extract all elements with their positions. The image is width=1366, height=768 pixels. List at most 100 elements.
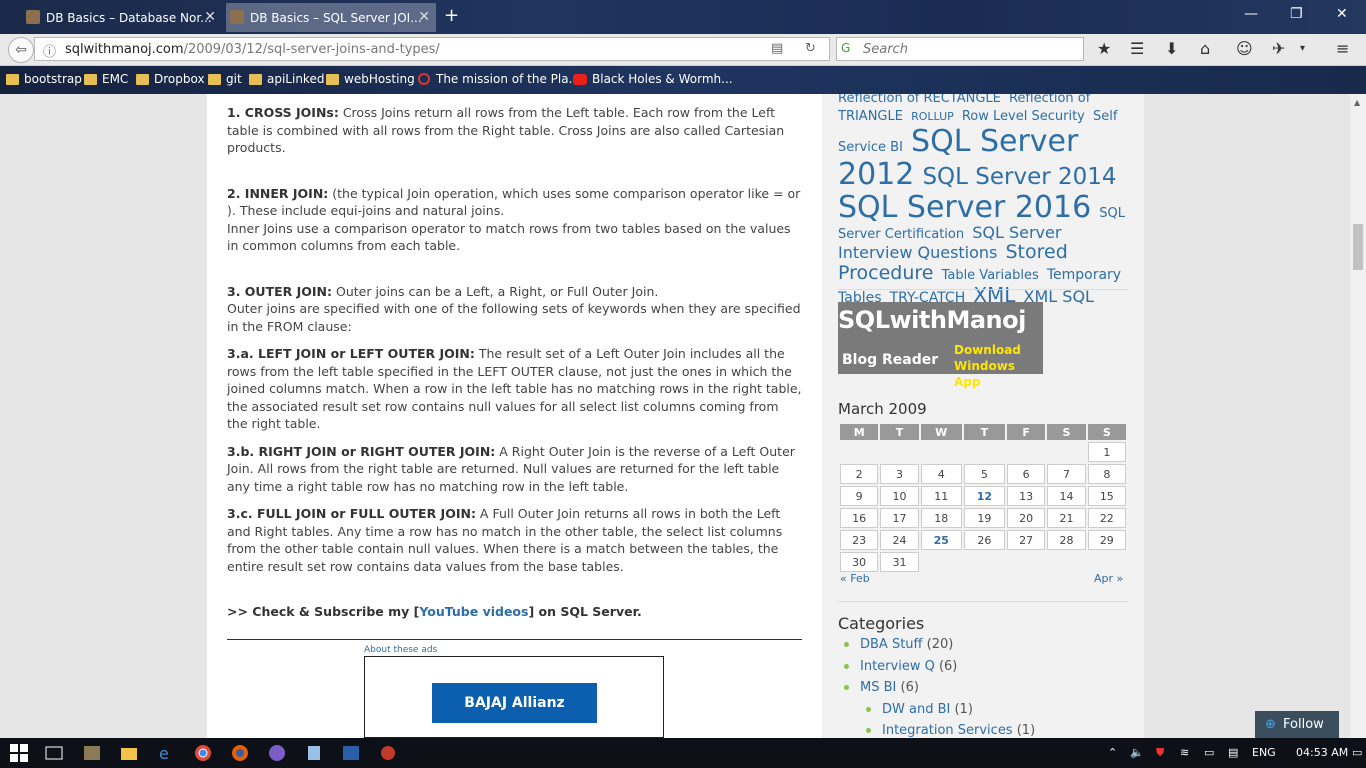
language-indicator[interactable]: ENG: [1252, 746, 1276, 759]
blog-reader-badge[interactable]: SQLwithManoj Blog Reader Download Windows…: [838, 302, 1043, 389]
tag-link[interactable]: Row Level Security: [962, 109, 1085, 124]
tab-db-basics-normalization[interactable]: DB Basics – Database Nor... ✕: [22, 3, 222, 32]
calendar-day: 6: [1006, 464, 1046, 484]
reader-view-icon[interactable]: ▤: [771, 41, 783, 56]
subscribe-line: >> Check & Subscribe my [YouTube videos]…: [227, 603, 802, 621]
follow-button[interactable]: ⊕ Follow: [1255, 711, 1339, 738]
calendar-day-header: S: [1047, 424, 1086, 440]
wifi-icon[interactable]: ≋: [1180, 746, 1189, 759]
edge-icon[interactable]: e: [157, 744, 175, 763]
battery-icon[interactable]: ▭: [1204, 746, 1214, 759]
bookmarks-list-icon[interactable]: ☰: [1130, 39, 1144, 58]
new-tab-icon[interactable]: +: [444, 5, 459, 26]
search-box[interactable]: G: [836, 37, 1084, 61]
right-join-heading: 3.b. RIGHT JOIN or RIGHT OUTER JOIN:: [227, 443, 496, 459]
close-window-icon[interactable]: ✕: [1336, 6, 1348, 22]
shield-icon[interactable]: ⛊: [1156, 746, 1164, 760]
bookmark-star-icon[interactable]: ★: [1097, 39, 1111, 58]
youtube-videos-link[interactable]: YouTube videos: [419, 604, 528, 619]
minimize-icon[interactable]: —: [1244, 6, 1258, 22]
tray-expand-icon[interactable]: ⌃: [1108, 746, 1117, 759]
file-explorer-icon[interactable]: [120, 744, 138, 762]
bookmark-bootstrap[interactable]: bootstrap: [6, 72, 82, 86]
scroll-up-icon[interactable]: ▲: [1354, 98, 1360, 107]
app-icon[interactable]: [83, 744, 101, 762]
site-info-icon[interactable]: ⓘ: [43, 41, 56, 60]
bookmark-label: The mission of the Pla...: [436, 72, 581, 86]
tag-link[interactable]: Reflection of RECTANGLE: [838, 94, 1001, 106]
category-link[interactable]: DW and BI: [882, 702, 950, 717]
calendar-day-link[interactable]: 25: [920, 530, 962, 550]
task-view-icon[interactable]: [45, 744, 63, 762]
app-icon[interactable]: [342, 744, 360, 762]
calendar-next-link[interactable]: Apr »: [1094, 572, 1123, 585]
calendar-day: 23: [840, 530, 879, 550]
search-engine-icon[interactable]: G: [841, 41, 850, 55]
chrome-icon[interactable]: [194, 744, 212, 762]
tag-link[interactable]: SQL Server 2016: [838, 190, 1091, 225]
right-join-paragraph: 3.b. RIGHT JOIN or RIGHT OUTER JOIN: A R…: [227, 443, 802, 496]
tab-db-basics-joins[interactable]: DB Basics – SQL Server JOI... ✕: [226, 3, 436, 32]
calendar-empty-cell: [921, 552, 962, 572]
calendar-day-header: W: [920, 424, 962, 440]
address-bar[interactable]: ⓘ sqlwithmanoj.com/2009/03/12/sql-server…: [34, 37, 830, 61]
calendar-day: 14: [1047, 486, 1086, 506]
calendar-day-header: F: [1006, 424, 1046, 440]
bookmark-git[interactable]: git: [208, 72, 242, 86]
search-input[interactable]: [861, 41, 1075, 58]
extension-dropdown-icon[interactable]: ▾: [1300, 43, 1305, 54]
reload-icon[interactable]: ↻: [805, 41, 816, 56]
divider: [227, 638, 802, 640]
bookmark-webhosting[interactable]: webHosting: [326, 72, 415, 86]
bookmark-emc[interactable]: EMC: [84, 72, 128, 86]
folder-icon: [84, 73, 97, 85]
back-button[interactable]: ⇦: [8, 37, 34, 63]
advertisement[interactable]: BAJAJ Allianz: [364, 655, 664, 738]
calendar-day: 21: [1047, 508, 1086, 528]
calendar-day: 16: [840, 508, 879, 528]
category-link[interactable]: Interview Q: [860, 659, 935, 674]
folder-icon: [136, 73, 149, 85]
chat-icon[interactable]: ☺: [1236, 39, 1253, 58]
folder-icon: [208, 73, 221, 85]
close-tab-icon[interactable]: ✕: [418, 9, 430, 25]
calendar-day-header: S: [1087, 424, 1126, 440]
tag-link[interactable]: ROLLUP: [911, 110, 954, 123]
page-scrollbar[interactable]: ▲: [1350, 94, 1366, 738]
downloads-icon[interactable]: ⬇: [1165, 39, 1178, 58]
extension-icon[interactable]: ✈: [1272, 39, 1285, 58]
category-item: DBA Stuff (20): [838, 637, 1128, 659]
calendar-empty-cell: [1007, 442, 1045, 462]
firefox-icon[interactable]: [231, 744, 249, 762]
windows-start-icon[interactable]: [10, 744, 28, 762]
category-link[interactable]: MS BI: [860, 680, 896, 695]
outer-join-heading: 3. OUTER JOIN:: [227, 283, 333, 299]
calendar-empty-cell: [880, 442, 918, 462]
close-tab-icon[interactable]: ✕: [204, 9, 216, 25]
menu-icon[interactable]: ≡: [1336, 39, 1349, 58]
bookmark-mission[interactable]: The mission of the Pla...: [418, 72, 580, 86]
clock[interactable]: 04:53 AM: [1296, 746, 1348, 759]
category-link[interactable]: DBA Stuff: [860, 637, 923, 652]
app-icon[interactable]: [305, 744, 323, 762]
notification-icon[interactable]: ▤: [1228, 746, 1238, 759]
bookmark-black-holes[interactable]: Black Holes & Wormh...: [573, 72, 733, 86]
badge-download-line1: Download: [954, 343, 1021, 357]
app-icon[interactable]: [379, 744, 397, 762]
tag-link[interactable]: Table Variables: [942, 268, 1039, 283]
restore-icon[interactable]: ❐: [1290, 6, 1303, 22]
calendar-prev-link[interactable]: « Feb: [840, 572, 870, 585]
action-center-icon[interactable]: ▭: [1352, 746, 1362, 759]
volume-icon[interactable]: 🔈: [1130, 746, 1144, 759]
app-icon[interactable]: [268, 744, 286, 762]
calendar-day-link[interactable]: 12: [963, 486, 1005, 506]
category-link[interactable]: Integration Services: [882, 723, 1013, 738]
bookmark-dropbox[interactable]: Dropbox: [136, 72, 205, 86]
calendar-day-header: M: [840, 424, 879, 440]
bookmark-apilinked[interactable]: apiLinked: [249, 72, 324, 86]
divider: [838, 289, 1128, 290]
inner-join-paragraph: 2. INNER JOIN: (the typical Join operati…: [227, 185, 802, 220]
home-icon[interactable]: ⌂: [1200, 39, 1210, 58]
scrollbar-thumb[interactable]: [1353, 224, 1363, 270]
tag-link[interactable]: SQL Server 2014: [922, 164, 1116, 190]
